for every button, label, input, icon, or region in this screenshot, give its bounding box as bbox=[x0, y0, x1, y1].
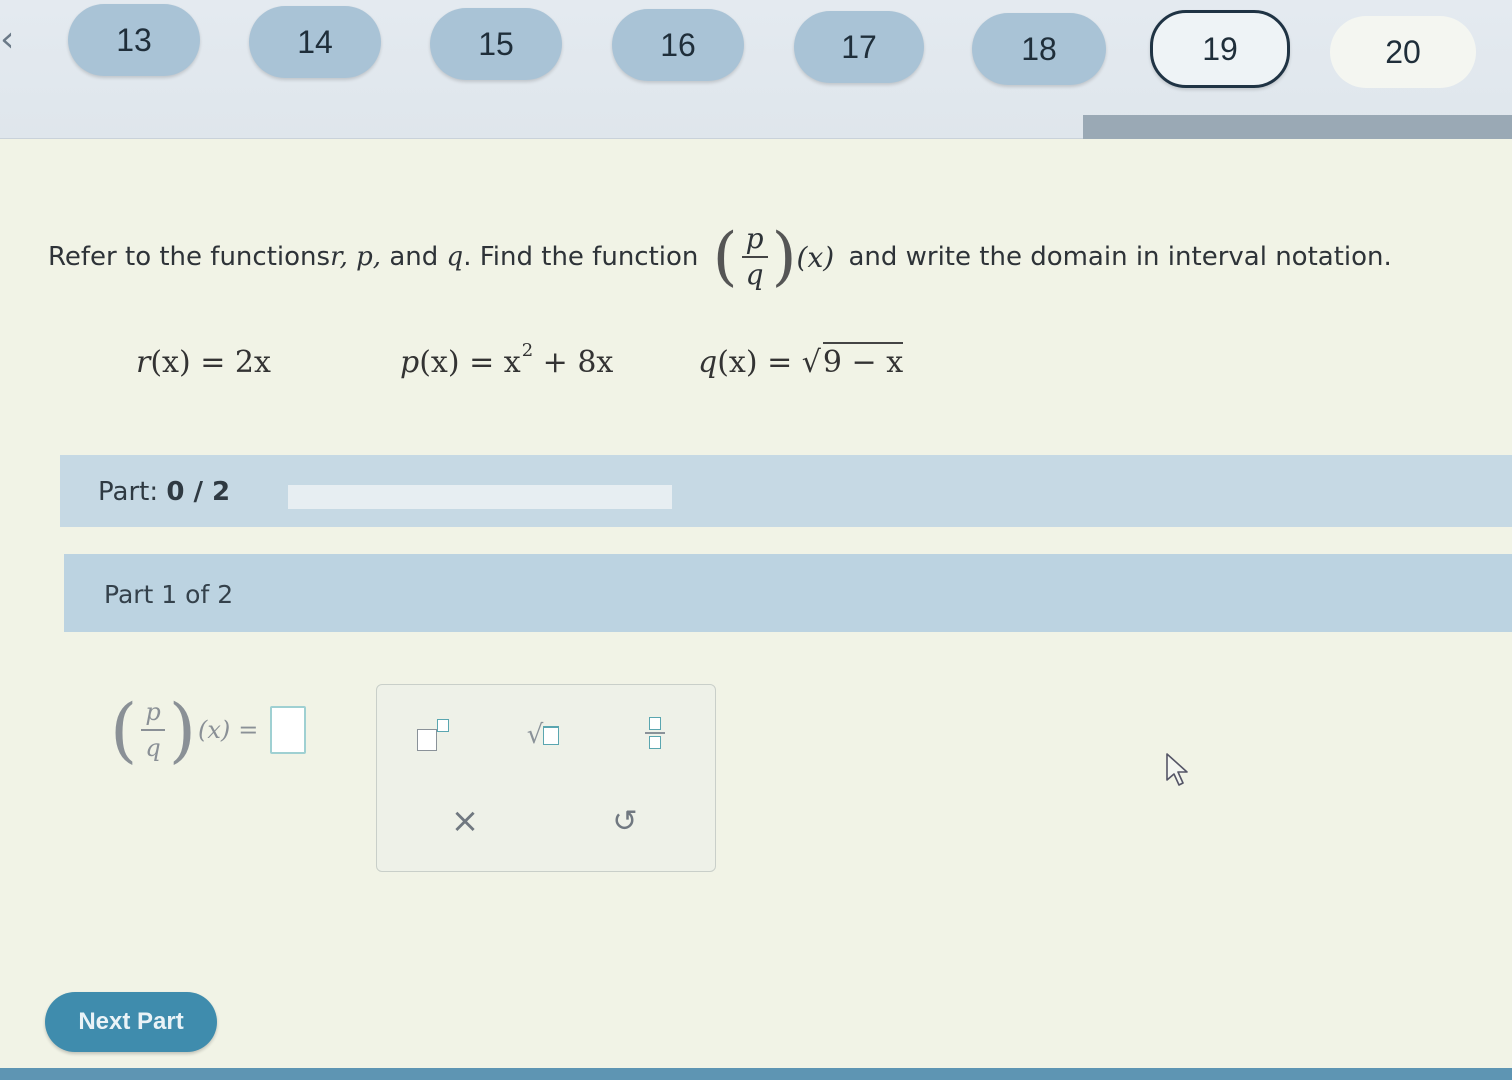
prompt-text-after: and write the domain in interval notatio… bbox=[840, 242, 1392, 272]
answer-equals: = bbox=[238, 716, 259, 744]
function-r-rhs: = 2x bbox=[200, 345, 271, 380]
left-paren: ( bbox=[712, 220, 738, 294]
fraction-icon bbox=[645, 717, 665, 749]
question-13-button[interactable]: 13 bbox=[68, 4, 200, 76]
question-14-button[interactable]: 14 bbox=[249, 6, 381, 78]
function-q-arg: (x) bbox=[717, 345, 758, 380]
answer-right-paren: ) bbox=[168, 689, 196, 771]
function-q-radicand: 9 − x bbox=[822, 342, 904, 380]
fraction-button[interactable] bbox=[625, 709, 685, 757]
fraction: p q bbox=[741, 222, 768, 292]
square-root-button[interactable]: √ bbox=[513, 711, 573, 759]
function-p-name: p bbox=[400, 345, 420, 380]
function-p-arg: (x) bbox=[419, 345, 460, 380]
prompt-vars: r, p, bbox=[330, 242, 382, 272]
question-navigation-bar: ‹ 13 14 15 16 17 18 19 20 bbox=[0, 0, 1512, 139]
question-17-button[interactable]: 17 bbox=[794, 11, 924, 83]
answer-arg: (x) bbox=[198, 716, 231, 744]
function-p-exponent: 2 bbox=[521, 340, 534, 361]
function-q-rhs-a: = bbox=[767, 345, 802, 380]
part-progress-prefix: Part: bbox=[98, 477, 167, 507]
function-p: p(x) = x2 + 8x bbox=[400, 340, 614, 380]
sqrt-icon: √ bbox=[801, 345, 821, 380]
question-15-button[interactable]: 15 bbox=[430, 8, 562, 80]
prompt-text-before: Refer to the functions bbox=[48, 242, 331, 272]
question-19-button-current[interactable]: 19 bbox=[1150, 10, 1290, 88]
answer-fraction-denominator: q bbox=[145, 734, 161, 762]
undo-button[interactable]: ↺ bbox=[595, 797, 655, 845]
square-root-icon: √ bbox=[527, 720, 560, 750]
fraction-denominator: q bbox=[745, 258, 764, 291]
undo-icon: ↺ bbox=[612, 803, 638, 839]
part-header-label: Part 1 of 2 bbox=[104, 580, 234, 609]
clear-button[interactable]: × bbox=[435, 797, 495, 845]
function-r-name: r bbox=[136, 345, 151, 380]
function-q-name: q bbox=[698, 345, 718, 380]
part-progress-value: 0 / 2 bbox=[166, 477, 231, 507]
function-q: q(x) = √9 − x bbox=[698, 342, 904, 380]
part-header: Part 1 of 2 bbox=[64, 554, 1512, 632]
answer-fraction: p q bbox=[141, 695, 165, 765]
function-r-arg: (x) bbox=[150, 345, 191, 380]
question-16-button[interactable]: 16 bbox=[612, 9, 744, 81]
function-p-rhs-a: = x bbox=[469, 345, 521, 380]
chevron-left-icon[interactable]: ‹ bbox=[0, 20, 16, 60]
exponent-button[interactable] bbox=[403, 711, 463, 759]
bottom-strip bbox=[0, 1068, 1512, 1080]
question-20-button[interactable]: 20 bbox=[1330, 16, 1476, 88]
fraction-numerator: p bbox=[741, 222, 768, 258]
function-p-rhs-b: + 8x bbox=[533, 345, 614, 380]
next-part-button[interactable]: Next Part bbox=[45, 992, 217, 1052]
prompt-fraction: ( p q ) (x) bbox=[713, 222, 835, 292]
prompt-var-q: q bbox=[446, 242, 464, 272]
part-progress-label: Part: 0 / 2 bbox=[98, 477, 230, 507]
progress-strip bbox=[1083, 115, 1512, 139]
part-progress-track bbox=[288, 485, 672, 509]
prompt-arg: (x) bbox=[796, 240, 835, 274]
answer-row: ( p q ) (x) = bbox=[110, 675, 307, 785]
close-icon: × bbox=[450, 801, 480, 841]
function-definitions: r(x) = 2x p(x) = x2 + 8x q(x) = √9 − x bbox=[0, 340, 1000, 405]
exponent-icon bbox=[417, 719, 449, 751]
prompt-text-and: and bbox=[381, 242, 447, 272]
math-toolpad: √ × ↺ bbox=[376, 684, 716, 872]
part-progress-bar: Part: 0 / 2 bbox=[60, 455, 1512, 527]
answer-input[interactable] bbox=[270, 706, 307, 754]
answer-fraction-numerator: p bbox=[141, 695, 165, 731]
answer-left-paren: ( bbox=[110, 689, 138, 771]
function-r: r(x) = 2x bbox=[136, 345, 271, 380]
question-prompt: Refer to the functions r, p, and q . Fin… bbox=[48, 222, 1478, 292]
right-paren: ) bbox=[771, 220, 797, 294]
mouse-cursor-icon bbox=[1166, 753, 1188, 786]
prompt-text-find: . Find the function bbox=[463, 242, 707, 272]
question-18-button[interactable]: 18 bbox=[972, 13, 1106, 85]
